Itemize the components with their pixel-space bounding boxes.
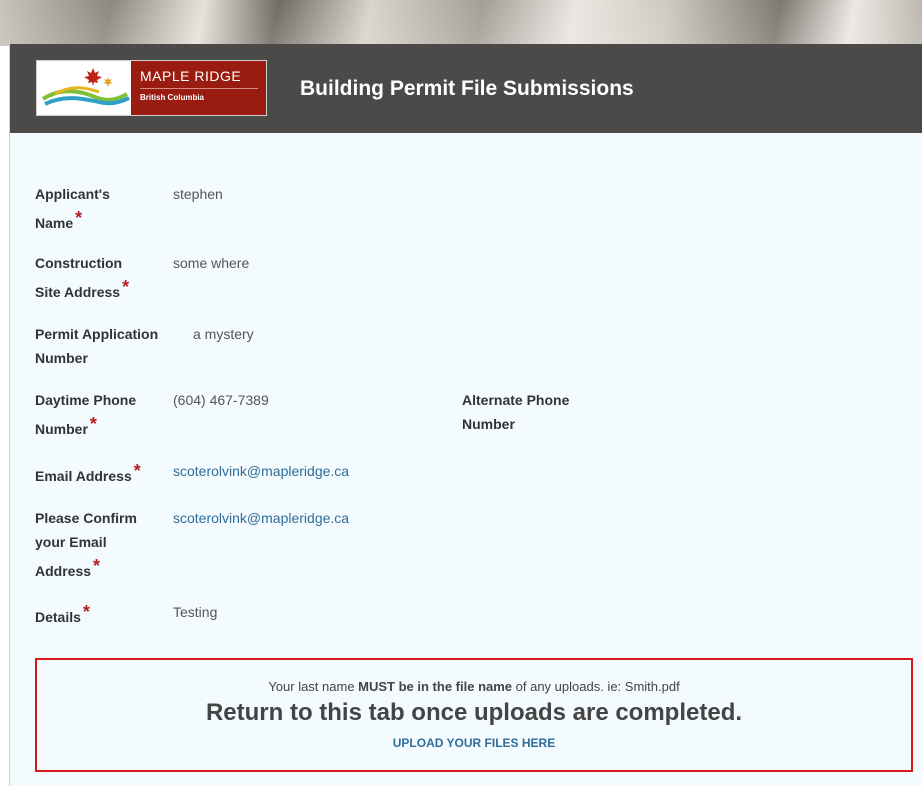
- required-asterisk: *: [89, 414, 97, 434]
- label-line: Number: [35, 350, 88, 366]
- applicant-name-value: stephen: [173, 186, 223, 202]
- logo-red-panel: MAPLE RIDGE British Columbia: [131, 61, 266, 115]
- required-asterisk: *: [122, 277, 130, 297]
- instruction-emphasis: MUST be in the file name: [358, 679, 513, 694]
- label-line: Applicant's: [35, 186, 110, 202]
- instruction-text: of any uploads. ie: Smith.pdf: [512, 679, 680, 694]
- label-line: Construction: [35, 255, 123, 271]
- logo-divider: [140, 88, 258, 89]
- page-title: Building Permit File Submissions: [300, 77, 634, 100]
- label-line: Please Confirm: [35, 510, 137, 526]
- label-line: Daytime Phone: [35, 392, 137, 408]
- label-line: Site Address: [35, 284, 121, 300]
- applicant-name-label: Applicant's Name *: [35, 182, 110, 235]
- logo-name: MAPLE RIDGE: [140, 68, 242, 84]
- site-address-value: some where: [173, 255, 250, 271]
- daytime-phone-label: Daytime Phone Number *: [35, 388, 136, 441]
- instruction-text: Your last name: [268, 679, 359, 694]
- header-background-photo: [0, 0, 922, 46]
- confirm-email-label: Please Confirm your Email Address *: [35, 506, 137, 583]
- label-line: Alternate Phone: [462, 392, 570, 408]
- label-line: Name: [35, 215, 74, 231]
- details-value: Testing: [173, 604, 218, 620]
- daytime-phone-value: (604) 467-7389: [173, 392, 269, 408]
- upload-files-link[interactable]: UPLOAD YOUR FILES HERE: [37, 736, 911, 750]
- details-label: Details *: [35, 600, 90, 629]
- required-asterisk: *: [93, 556, 101, 576]
- label-line: Permit Application: [35, 326, 159, 342]
- email-value[interactable]: scoterolvink@mapleridge.ca: [173, 459, 349, 483]
- permit-number-value: a mystery: [193, 326, 254, 342]
- file-name-instruction: Your last name MUST be in the file name …: [37, 679, 911, 694]
- required-asterisk: *: [82, 602, 90, 622]
- page-header: MAPLE RIDGE British Columbia Building Pe…: [10, 44, 922, 133]
- label-line: your Email: [35, 534, 107, 550]
- permit-number-label: Permit Application Number: [35, 322, 158, 370]
- form-page: MAPLE RIDGE British Columbia Building Pe…: [10, 44, 922, 786]
- site-address-label: Construction Site Address *: [35, 251, 129, 304]
- required-asterisk: *: [75, 208, 83, 228]
- alternate-phone-label: Alternate Phone Number: [462, 388, 569, 436]
- label-line: Address: [35, 563, 92, 579]
- upload-notice-box: Your last name MUST be in the file name …: [35, 658, 913, 772]
- email-label: Email Address *: [35, 459, 141, 488]
- confirm-email-value[interactable]: scoterolvink@mapleridge.ca: [173, 506, 349, 530]
- maple-leaf-wave-icon: [41, 68, 130, 106]
- label-line: Email Address: [35, 468, 132, 484]
- label-line: Number: [35, 421, 88, 437]
- label-line: Number: [462, 416, 515, 432]
- label-line: Details: [35, 609, 81, 625]
- return-to-tab-headline: Return to this tab once uploads are comp…: [205, 699, 743, 726]
- required-asterisk: *: [133, 461, 141, 481]
- maple-ridge-logo[interactable]: MAPLE RIDGE British Columbia: [36, 60, 267, 116]
- logo-subtitle: British Columbia: [140, 93, 205, 102]
